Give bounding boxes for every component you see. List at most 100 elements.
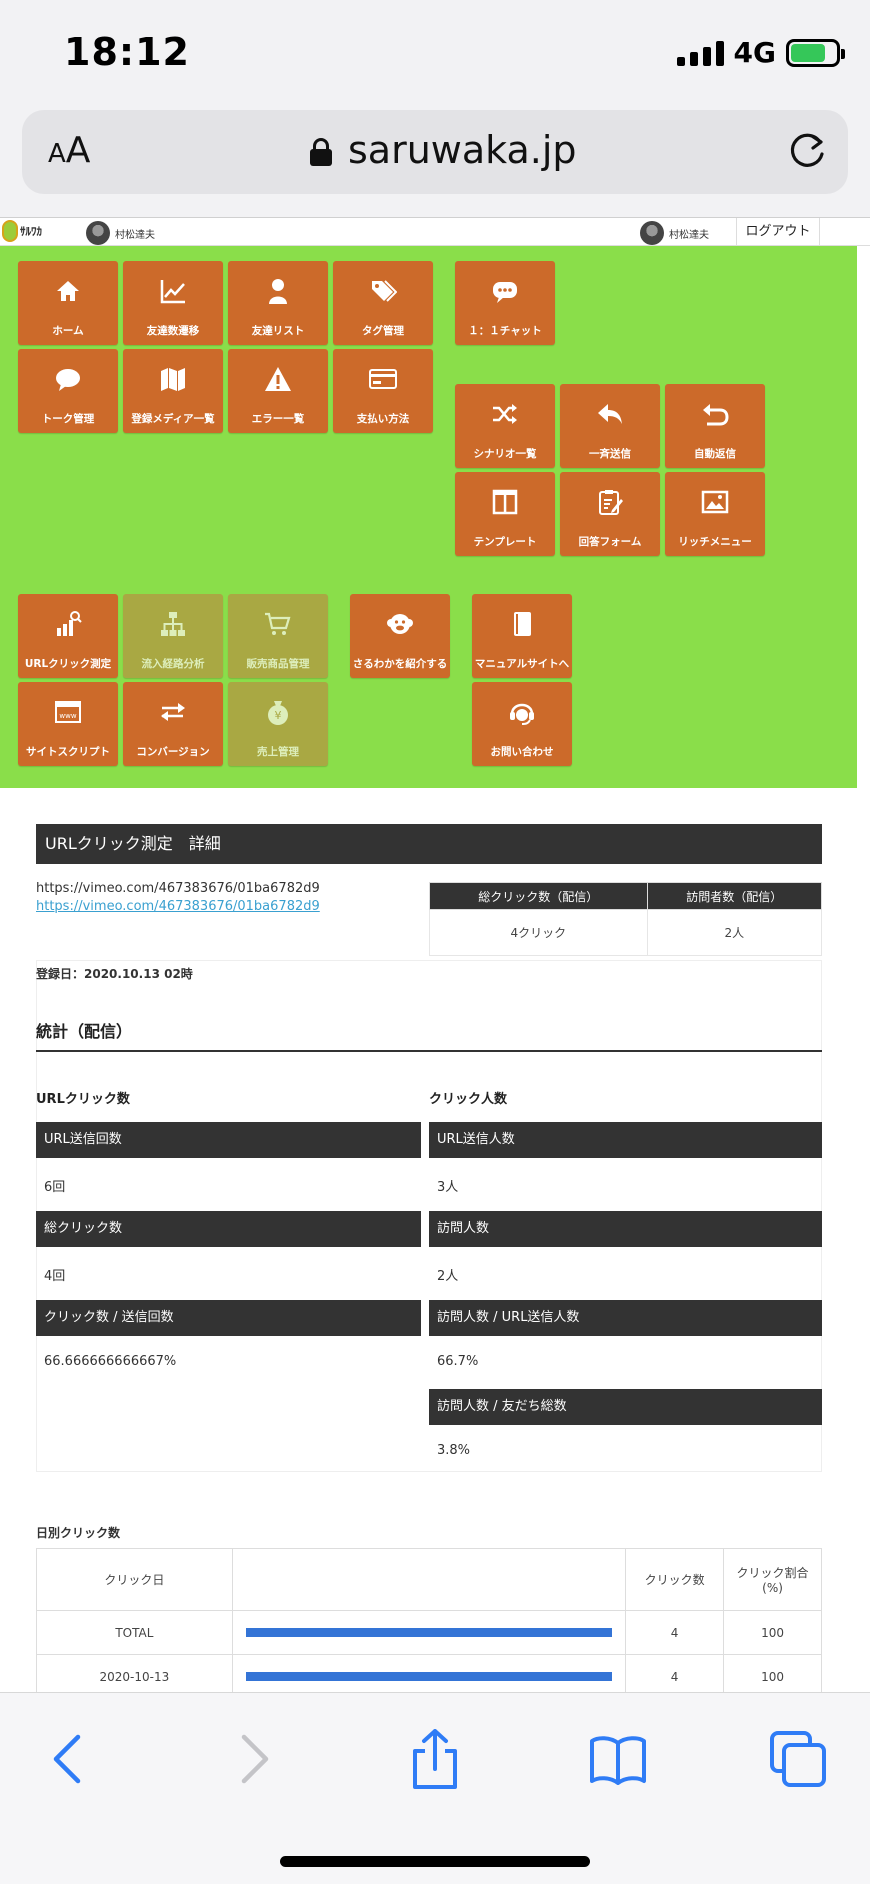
home-indicator bbox=[280, 1856, 590, 1867]
browser-window-icon: www bbox=[55, 701, 81, 723]
reply-icon bbox=[598, 404, 622, 424]
table-row: TOTAL 4 100 bbox=[36, 1610, 822, 1655]
stats-title: 統計（配信） bbox=[36, 1022, 133, 1041]
nav-media-list[interactable]: 登録メディア一覧 bbox=[123, 349, 223, 433]
main-menu: ホーム 友達数遷移 友達リスト タグ管理 １：１チャット トーク管理 登録メディ… bbox=[0, 246, 857, 788]
nav-introduce[interactable]: さるわかを紹介する bbox=[350, 594, 450, 678]
address-bar[interactable]: AA saruwaka.jp bbox=[22, 110, 848, 194]
nav-friend-list[interactable]: 友達リスト bbox=[228, 261, 328, 345]
warning-icon bbox=[265, 367, 291, 391]
bookmarks-icon[interactable] bbox=[588, 1729, 648, 1789]
speech-bubble-icon bbox=[56, 369, 80, 391]
column-header: クリック日 bbox=[36, 1548, 233, 1611]
cellular-signal-icon bbox=[676, 40, 724, 66]
click-date: 2020-10-13 bbox=[36, 1654, 233, 1692]
reload-icon[interactable] bbox=[786, 130, 828, 172]
nav-talk-manage[interactable]: トーク管理 bbox=[18, 349, 118, 433]
line-chart-icon bbox=[160, 280, 185, 304]
divider bbox=[36, 1050, 822, 1052]
daily-clicks-table: クリック日 クリック数 クリック割合(%) TOTAL 4 100 2020-1… bbox=[36, 1548, 822, 1692]
column-header: クリック割合(%) bbox=[723, 1548, 822, 1611]
image-icon bbox=[701, 490, 729, 514]
stat-label: 訪問人数 / URL送信人数 bbox=[429, 1300, 822, 1336]
nav-tag-manage[interactable]: タグ管理 bbox=[333, 261, 433, 345]
nav-payment[interactable]: 支払い方法 bbox=[333, 349, 433, 433]
map-icon bbox=[161, 368, 185, 391]
chat-bubble-icon bbox=[493, 282, 517, 303]
stat-label: クリック数 / 送信回数 bbox=[36, 1300, 421, 1336]
nav-url-click[interactable]: URLクリック測定 bbox=[18, 594, 118, 678]
tags-icon bbox=[372, 280, 397, 302]
site-logo[interactable]: ｻﾙﾜｶ bbox=[2, 220, 42, 242]
logout-button[interactable]: ログアウト bbox=[736, 218, 820, 245]
status-bar: 18:12 4G bbox=[0, 0, 870, 110]
summary-header-visitors: 訪問者数（配信） bbox=[646, 882, 823, 910]
nav-chat[interactable]: １：１チャット bbox=[455, 261, 555, 345]
nav-sales-manage[interactable]: ¥ 売上管理 bbox=[228, 682, 328, 766]
click-ratio: 100 bbox=[723, 1654, 822, 1692]
svg-text:¥: ¥ bbox=[275, 709, 282, 722]
forward-icon[interactable] bbox=[222, 1729, 282, 1789]
stat-label: 総クリック数 bbox=[36, 1211, 421, 1247]
share-icon[interactable] bbox=[405, 1729, 465, 1789]
text-size-button[interactable]: AA bbox=[48, 130, 90, 171]
nav-template[interactable]: テンプレート bbox=[455, 472, 555, 556]
nav-rich-menu[interactable]: リッチメニュー bbox=[665, 472, 765, 556]
site-header: ｻﾙﾜｶ 村松達夫 村松達夫 ログアウト bbox=[0, 218, 870, 246]
home-icon bbox=[57, 281, 79, 301]
back-icon[interactable] bbox=[40, 1729, 100, 1789]
nav-conversion[interactable]: コンバージョン bbox=[123, 682, 223, 766]
shuffle-icon bbox=[493, 404, 517, 424]
undo-icon bbox=[703, 404, 729, 426]
stat-value: 6回 bbox=[44, 1180, 66, 1195]
click-ratio: 100 bbox=[723, 1610, 822, 1655]
click-ratio-bar bbox=[245, 1672, 613, 1681]
nav-friend-trend[interactable]: 友達数遷移 bbox=[123, 261, 223, 345]
table-row: 2020-10-13 4 100 bbox=[36, 1654, 822, 1692]
tabs-icon[interactable] bbox=[768, 1729, 828, 1789]
user-icon bbox=[269, 279, 287, 304]
stat-value: 66.666666666667% bbox=[44, 1354, 177, 1369]
nav-contact[interactable]: お問い合わせ bbox=[472, 682, 572, 766]
credit-card-icon bbox=[369, 369, 397, 389]
battery-icon bbox=[786, 38, 845, 67]
nav-scenario-list[interactable]: シナリオ一覧 bbox=[455, 384, 555, 468]
stat-label: URL送信人数 bbox=[429, 1122, 822, 1158]
nav-answer-form[interactable]: 回答フォーム bbox=[560, 472, 660, 556]
clipboard-edit-icon bbox=[599, 490, 623, 515]
columns-icon bbox=[492, 489, 518, 515]
url-clicks-heading: URLクリック数 bbox=[36, 1092, 130, 1107]
nav-error-list[interactable]: エラー一覧 bbox=[228, 349, 328, 433]
bar-chart-search-icon bbox=[57, 611, 82, 636]
stat-value: 2人 bbox=[437, 1269, 459, 1284]
user-chip-left[interactable]: 村松達夫 bbox=[86, 221, 155, 245]
click-date: TOTAL bbox=[36, 1610, 233, 1655]
network-type: 4G bbox=[733, 36, 776, 69]
nav-inflow-analysis[interactable]: 流入経路分析 bbox=[123, 594, 223, 678]
nav-product-manage[interactable]: 販売商品管理 bbox=[228, 594, 328, 678]
nav-auto-reply[interactable]: 自動返信 bbox=[665, 384, 765, 468]
web-page: ｻﾙﾜｶ 村松達夫 村松達夫 ログアウト ホーム 友達数遷移 友達リスト タグ管… bbox=[0, 218, 870, 1692]
book-icon bbox=[514, 612, 531, 636]
measured-url-text: https://vimeo.com/467383676/01ba6782d9 bbox=[36, 881, 320, 896]
nav-manual-site[interactable]: マニュアルサイトへ bbox=[472, 594, 572, 678]
click-people-heading: クリック人数 bbox=[429, 1092, 508, 1107]
lock-icon bbox=[310, 138, 332, 166]
daily-clicks-title: 日別クリック数 bbox=[36, 1526, 121, 1540]
user-chip-right[interactable]: 村松達夫 bbox=[640, 221, 709, 245]
sitemap-icon bbox=[161, 612, 185, 636]
browser-address-area: AA saruwaka.jp bbox=[0, 110, 870, 218]
status-time: 18:12 bbox=[64, 30, 190, 74]
svg-text:www: www bbox=[59, 712, 76, 720]
avatar bbox=[86, 221, 110, 245]
avatar bbox=[640, 221, 664, 245]
summary-value-total-clicks: 4クリック bbox=[429, 909, 648, 956]
nav-home[interactable]: ホーム bbox=[18, 261, 118, 345]
stat-label: URL送信回数 bbox=[36, 1122, 421, 1158]
page-title: URLクリック測定 詳細 bbox=[36, 824, 822, 864]
nav-site-script[interactable]: www サイトスクリプト bbox=[18, 682, 118, 766]
column-header bbox=[231, 1548, 627, 1611]
nav-broadcast[interactable]: 一斉送信 bbox=[560, 384, 660, 468]
monkey-logo-icon bbox=[2, 220, 18, 242]
measured-url-link[interactable]: https://vimeo.com/467383676/01ba6782d9 bbox=[36, 899, 320, 914]
